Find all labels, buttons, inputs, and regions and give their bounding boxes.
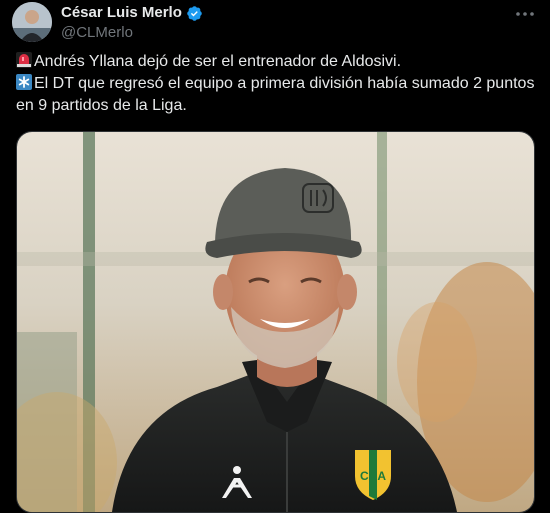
- verified-badge-icon: [186, 5, 203, 22]
- tweet-line-2-text: El DT que regresó el equipo a primera di…: [34, 75, 535, 92]
- tweet-line-1: Andrés Yllana dejó de ser el entrenador …: [16, 51, 541, 73]
- author-name-row[interactable]: César Luis Merlo: [61, 4, 203, 22]
- tweet-line-3: en 9 partidos de la Liga.: [16, 97, 187, 114]
- tweet-line-1-text: Andrés Yllana dejó de ser el entrenador …: [34, 53, 402, 70]
- more-options-button[interactable]: [512, 4, 538, 24]
- asterisk-emoji: [16, 74, 32, 90]
- police-light-emoji: [16, 52, 32, 68]
- jersey-crest-text: CAA: [360, 469, 386, 483]
- more-horizontal-icon: [516, 12, 534, 16]
- tweet-body: Andrés Yllana dejó de ser el entrenador …: [16, 51, 541, 117]
- tweet-card: César Luis Merlo @CLMerlo Andrés Yllana …: [0, 0, 550, 513]
- tweet-media-photo[interactable]: CAA: [16, 131, 535, 513]
- author-avatar[interactable]: [12, 2, 52, 42]
- author-handle[interactable]: @CLMerlo: [61, 24, 133, 42]
- author-display-name[interactable]: César Luis Merlo: [61, 4, 182, 22]
- tweet-line-2: El DT que regresó el equipo a primera di…: [16, 73, 541, 95]
